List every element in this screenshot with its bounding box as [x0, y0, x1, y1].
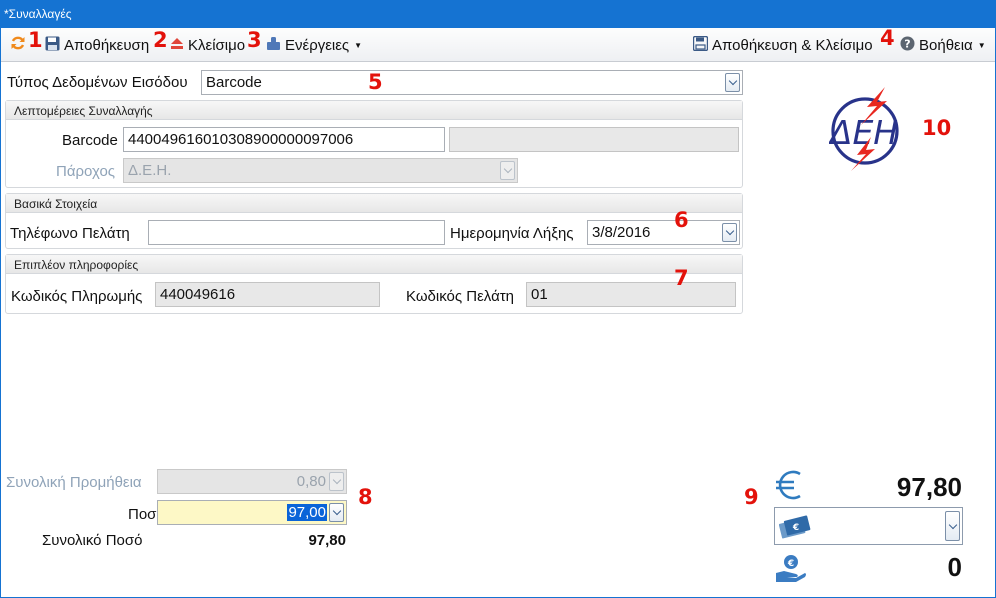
change-hand-coin-icon: € [774, 553, 808, 587]
expiry-dropdown-button[interactable] [722, 223, 737, 242]
close-label: Κλείσιμο [188, 36, 246, 54]
payment-code-field: 440049616 [155, 282, 380, 307]
chevron-down-icon [332, 475, 341, 485]
help-label: Βοήθεια [919, 36, 973, 54]
help-menu[interactable]: ? Βοήθεια ▼ [900, 36, 986, 54]
payment-code-value: 440049616 [160, 286, 236, 303]
barcode-label: Barcode [62, 132, 118, 149]
more-info-header: Επιπλέον πληροφορίες [6, 255, 742, 274]
provider-value: Δ.Ε.Η. [128, 162, 172, 179]
commission-label: Συνολική Προμήθεια [6, 474, 142, 491]
customer-code-field: 01 [526, 282, 736, 307]
refresh-icon [10, 35, 26, 55]
input-type-dropdown-button[interactable] [725, 73, 740, 92]
commission-dropdown-button[interactable] [329, 472, 344, 491]
expiry-value: 3/8/2016 [592, 224, 651, 241]
marker-7: 7 [674, 266, 689, 290]
barcode-value: 440049616010308900000097006 [128, 131, 354, 148]
svg-text:€: € [792, 523, 799, 533]
marker-9: 9 [744, 485, 759, 509]
provider-label: Πάροχος [56, 163, 116, 180]
banknotes-icon: € [778, 513, 811, 543]
barcode-input[interactable]: 440049616010308900000097006 [123, 127, 445, 152]
marker-4: 4 [880, 26, 895, 50]
commission-field[interactable]: 0,80 [157, 469, 347, 494]
customer-code-value: 01 [531, 286, 548, 303]
input-type-label: Τύπος Δεδομένων Εισόδου [7, 74, 188, 91]
dei-logo: ΔΕΗ [827, 85, 911, 175]
help-icon: ? [900, 36, 915, 55]
save-button[interactable]: Αποθήκευση [45, 36, 149, 54]
euro-icon [774, 468, 806, 506]
expiry-label: Ημερομηνία Λήξης [450, 225, 574, 242]
commission-value: 0,80 [296, 473, 326, 490]
input-type-select[interactable]: Barcode [201, 70, 743, 95]
provider-dropdown-button[interactable] [500, 161, 515, 180]
marker-2: 2 [153, 28, 168, 52]
input-type-value: Barcode [206, 74, 262, 91]
svg-text:?: ? [904, 37, 910, 50]
save-close-icon [692, 35, 709, 55]
save-close-label: Αποθήκευση & Κλείσιμο [712, 36, 873, 54]
chevron-down-icon [332, 506, 341, 516]
payment-code-label: Κωδικός Πληρωμής [11, 288, 143, 305]
refresh-button[interactable] [10, 36, 26, 54]
expiry-date-picker[interactable]: 3/8/2016 [587, 220, 740, 245]
phone-input[interactable] [148, 220, 445, 245]
amount-value: 97,00 [287, 504, 327, 521]
eject-icon [170, 36, 184, 54]
floppy-disk-icon [45, 36, 60, 55]
basic-info-header: Βασικά Στοιχεία [6, 194, 742, 213]
svg-text:€: € [787, 559, 794, 569]
marker-10: 10 [922, 116, 952, 140]
amount-dropdown-button[interactable] [329, 503, 344, 522]
payment-method-dropdown-button[interactable] [945, 511, 960, 541]
chevron-down-icon [948, 520, 957, 529]
total-label: Συνολικό Ποσό [42, 532, 143, 549]
actions-menu[interactable]: Ενέργειες ▼ [266, 36, 362, 54]
total-value: 97,80 [308, 532, 346, 549]
transaction-details-header: Λεπτομέρειες Συναλλαγής [6, 101, 742, 120]
marker-1: 1 [28, 28, 43, 52]
save-close-button[interactable]: Αποθήκευση & Κλείσιμο [692, 35, 873, 55]
window-title: *Συναλλαγές [4, 7, 72, 21]
amount-input[interactable]: 97,00 [157, 500, 347, 525]
marker-5: 5 [368, 70, 383, 94]
window-titlebar: *Συναλλαγές [0, 0, 996, 28]
caret-down-icon: ▼ [354, 40, 363, 50]
chevron-down-icon [725, 226, 734, 236]
close-button[interactable]: Κλείσιμο [170, 36, 245, 54]
marker-8: 8 [358, 485, 373, 509]
marker-3: 3 [247, 28, 262, 52]
puzzle-icon [266, 36, 281, 55]
chevron-down-icon [728, 76, 737, 86]
caret-down-icon: ▼ [977, 40, 986, 50]
customer-code-label: Κωδικός Πελάτη [406, 288, 515, 305]
change-amount: 0 [947, 552, 962, 582]
save-label: Αποθήκευση [64, 36, 150, 54]
payment-method-select[interactable]: € [774, 507, 963, 545]
marker-6: 6 [674, 208, 689, 232]
provider-select[interactable]: Δ.Ε.Η. [123, 158, 518, 183]
euro-amount: 97,80 [896, 472, 962, 502]
logo-text: ΔΕΗ [829, 113, 898, 152]
phone-label: Τηλέφωνο Πελάτη [10, 225, 130, 242]
barcode-extra-field [449, 127, 739, 152]
chevron-down-icon [503, 164, 512, 174]
actions-label: Ενέργειες [285, 36, 350, 54]
